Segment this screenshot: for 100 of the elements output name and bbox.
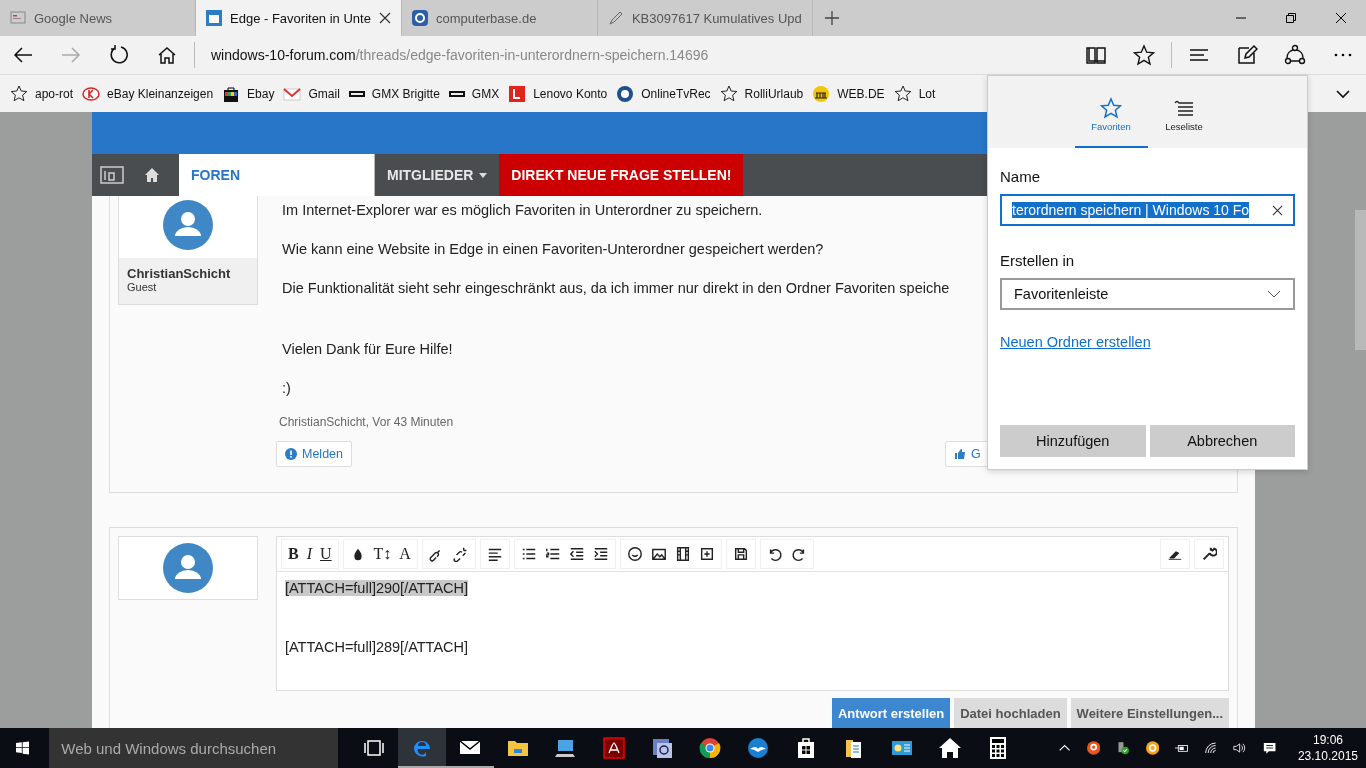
nav-tab[interactable]: MITGLIEDER <box>375 154 500 196</box>
shopping-bag-icon <box>222 84 241 103</box>
restore-icon[interactable] <box>1285 12 1297 24</box>
star-icon <box>719 84 738 103</box>
post-meta: ChristianSchicht, Vor 43 Minuten <box>279 415 455 429</box>
favorite-link[interactable]: GMX Brigitte <box>348 86 440 101</box>
usb-check-icon[interactable] <box>1116 740 1130 756</box>
site-logo-icon <box>411 10 428 26</box>
app-tray-icon[interactable] <box>1086 740 1101 756</box>
bullet-list-icon[interactable] <box>520 546 537 562</box>
pdf-icon[interactable] <box>601 736 626 760</box>
favorite-link[interactable]: Gmail <box>283 84 340 103</box>
new-folder-link[interactable]: Neuen Ordner erstellen <box>1000 334 1151 350</box>
share-icon[interactable] <box>1284 44 1306 66</box>
editor-line: [ATTACH=full]289[/ATTACH] <box>285 639 469 655</box>
star-icon <box>893 84 912 103</box>
star-icon[interactable] <box>1133 44 1155 66</box>
smiley-icon[interactable] <box>626 546 643 562</box>
wifi-icon[interactable] <box>1204 740 1218 756</box>
post-paragraph: Im Internet-Explorer war es möglich Favoriten in Unterordner zu speichern. <box>282 202 763 218</box>
post-paragraph: :) <box>282 380 291 396</box>
flyout-tab[interactable]: Favoriten <box>1074 76 1148 148</box>
star-icon <box>10 84 28 103</box>
favorite-link[interactable]: GMX <box>448 86 500 101</box>
field-label: Name <box>1000 168 1041 185</box>
close-icon[interactable] <box>1335 12 1347 24</box>
logo-icon <box>348 90 365 97</box>
wrench-icon[interactable] <box>1201 546 1217 562</box>
film-icon[interactable] <box>674 546 691 562</box>
format-button[interactable]: B <box>288 545 299 563</box>
thumbs-up-icon <box>954 448 966 460</box>
form-button[interactable]: Datei hochladen <box>954 698 1067 728</box>
favorite-link[interactable]: Lenovo Konto <box>508 84 608 103</box>
ring-icon <box>82 84 101 103</box>
chevron-down-icon[interactable] <box>1336 88 1350 99</box>
clock-time[interactable]: 19:06 <box>1312 732 1343 748</box>
add-box-icon[interactable] <box>698 546 715 562</box>
form-button[interactable]: Antwort erstellen <box>832 698 951 728</box>
home-icon[interactable] <box>156 44 178 66</box>
user-role: Guest <box>127 281 158 293</box>
windows-logo-icon[interactable] <box>16 740 30 756</box>
chrome-icon[interactable] <box>697 736 722 760</box>
outdent-icon[interactable] <box>568 546 585 562</box>
flyout-button[interactable]: Hinzufügen <box>1000 425 1146 457</box>
font-button[interactable]: T↕ <box>373 545 392 563</box>
flyout-button[interactable]: Abbrechen <box>1149 425 1295 457</box>
ring-tray-icon[interactable] <box>1145 740 1159 756</box>
format-button[interactable]: U <box>320 545 332 563</box>
numbered-list-icon[interactable] <box>544 546 561 562</box>
new-tab-icon[interactable] <box>824 11 839 25</box>
author-name[interactable]: ChristianSchicht <box>127 266 249 281</box>
image-icon[interactable] <box>650 546 667 562</box>
refresh-icon[interactable] <box>108 44 130 66</box>
pen-icon <box>607 10 624 26</box>
news-icon <box>10 10 26 26</box>
redo-icon[interactable] <box>790 546 807 562</box>
home-icon[interactable] <box>144 167 160 183</box>
favorite-link[interactable]: Lot <box>893 84 936 103</box>
favorite-link[interactable]: eBay Kleinanzeigen <box>82 84 214 103</box>
logo-icon <box>448 90 465 97</box>
favorite-link[interactable]: Ebay <box>222 84 275 103</box>
scrollbar-thumb[interactable] <box>1355 210 1366 350</box>
folder-dropdown[interactable]: Favoritenleiste <box>1000 278 1295 310</box>
unlink-icon[interactable] <box>452 546 469 562</box>
caret-icon <box>479 172 488 178</box>
nav-tab[interactable]: FOREN <box>179 154 375 196</box>
flyout-tab[interactable]: Leseliste <box>1147 76 1221 148</box>
favorite-link[interactable]: OnlineTvRec <box>616 84 711 103</box>
report-button[interactable]: Melden <box>276 441 352 467</box>
save-icon[interactable] <box>732 546 749 562</box>
house-icon[interactable] <box>937 736 962 760</box>
align-left-icon[interactable] <box>486 546 503 562</box>
clock-date[interactable]: 23.10.2015 <box>1297 748 1358 764</box>
name-field[interactable]: terordnern speichern | Windows 10 Fo <box>1000 194 1295 226</box>
window-icon <box>206 10 222 26</box>
close-tab-icon[interactable] <box>378 12 391 24</box>
nav-tab[interactable]: DIREKT NEUE FRAGE STELLEN! <box>499 154 744 196</box>
browser-tab[interactable]: Edge - Favoriten in Unte <box>196 0 402 36</box>
star-icon <box>1100 96 1122 119</box>
favorite-link[interactable]: apo-rot <box>10 84 74 103</box>
alert-icon <box>285 448 297 460</box>
favorite-link[interactable]: WEB.DE <box>812 84 885 103</box>
format-button[interactable]: I <box>306 545 312 563</box>
indent-icon[interactable] <box>592 546 609 562</box>
form-button[interactable]: Weitere Einstellungen... <box>1070 698 1229 728</box>
logo-icon <box>508 84 527 103</box>
text-editor[interactable]: B I U T↕ A [ATTACH=full]290[/ATTACH] [ATTACH=full]289[/ATTACH] <box>276 536 1229 691</box>
bird-icon[interactable] <box>745 736 770 760</box>
reading-view-icon[interactable] <box>1085 44 1107 66</box>
field-label: Erstellen in <box>1000 252 1076 269</box>
post-paragraph: Vielen Dank für Eure Hilfe! <box>282 341 453 357</box>
clear-icon[interactable] <box>1272 204 1283 216</box>
favorite-link[interactable]: RolliUrlaub <box>719 84 804 103</box>
note-icon[interactable] <box>1236 44 1258 66</box>
speaker-icon[interactable] <box>1233 740 1247 756</box>
font-button[interactable]: A <box>399 545 411 563</box>
logo-icon <box>812 84 831 103</box>
search-field[interactable]: Web und Windows durchsuchen <box>49 728 338 768</box>
notification-icon[interactable] <box>1262 740 1276 756</box>
site-logo-icon[interactable] <box>100 165 124 185</box>
